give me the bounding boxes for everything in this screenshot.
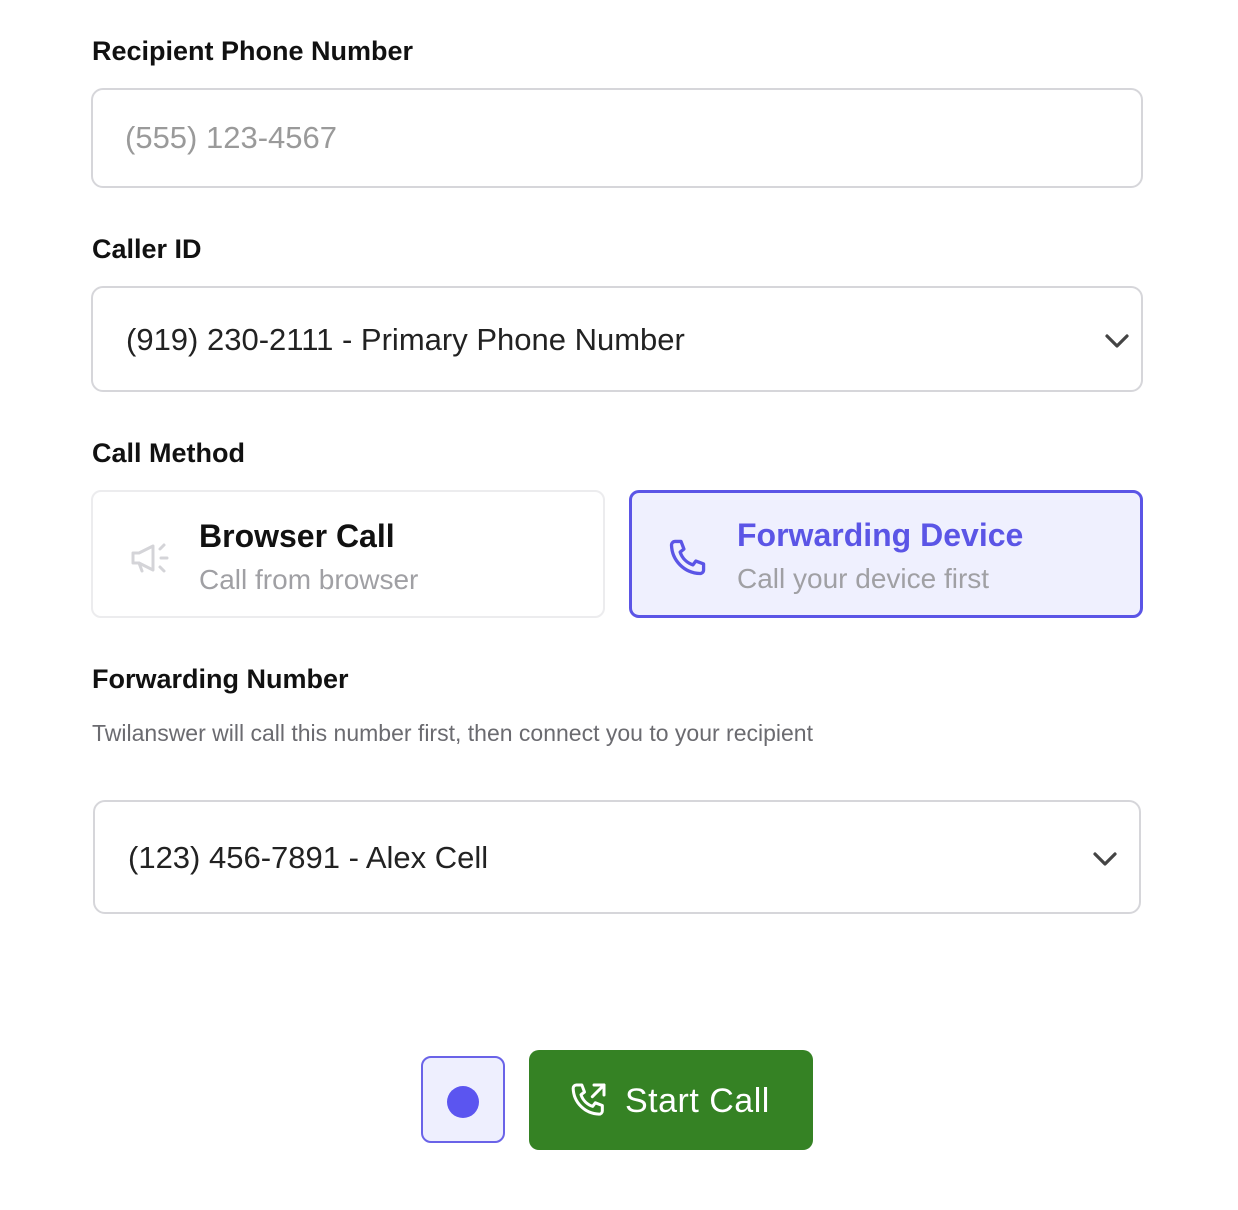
recipient-label: Recipient Phone Number bbox=[92, 36, 414, 66]
chevron-down-icon bbox=[1105, 334, 1129, 348]
forwarding-device-subtitle: Call your device first bbox=[737, 563, 990, 594]
forwarding-number-label: Forwarding Number bbox=[92, 664, 349, 694]
forwarding-help-text: Twilanswer will call this number first, … bbox=[92, 720, 813, 746]
call-form: Recipient Phone Number Caller ID (919) 2… bbox=[0, 0, 1238, 1210]
phone-outgoing-icon bbox=[571, 1083, 606, 1116]
browser-call-title: Browser Call bbox=[199, 518, 395, 554]
chevron-down-icon bbox=[1093, 852, 1117, 866]
record-button[interactable] bbox=[421, 1056, 505, 1143]
megaphone-icon bbox=[131, 543, 169, 573]
caller-id-label: Caller ID bbox=[92, 234, 202, 264]
start-call-label: Start Call bbox=[625, 1082, 770, 1120]
browser-call-option[interactable]: Browser Call Call from browser bbox=[91, 490, 605, 618]
call-method-label: Call Method bbox=[92, 438, 245, 468]
caller-id-value: (919) 230-2111 - Primary Phone Number bbox=[126, 322, 685, 357]
forwarding-device-option[interactable]: Forwarding Device Call your device first bbox=[629, 490, 1143, 618]
forwarding-device-title: Forwarding Device bbox=[737, 517, 1024, 553]
forwarding-number-value: (123) 456-7891 - Alex Cell bbox=[128, 840, 489, 875]
start-call-button[interactable]: Start Call bbox=[529, 1050, 813, 1150]
caller-id-select[interactable]: (919) 230-2111 - Primary Phone Number bbox=[91, 286, 1143, 392]
record-dot-icon bbox=[447, 1086, 479, 1118]
recipient-phone-input[interactable] bbox=[125, 90, 1105, 186]
phone-icon bbox=[669, 539, 706, 576]
browser-call-subtitle: Call from browser bbox=[199, 564, 419, 595]
recipient-input-box[interactable] bbox=[91, 88, 1143, 188]
forwarding-number-select[interactable]: (123) 456-7891 - Alex Cell bbox=[93, 800, 1141, 914]
